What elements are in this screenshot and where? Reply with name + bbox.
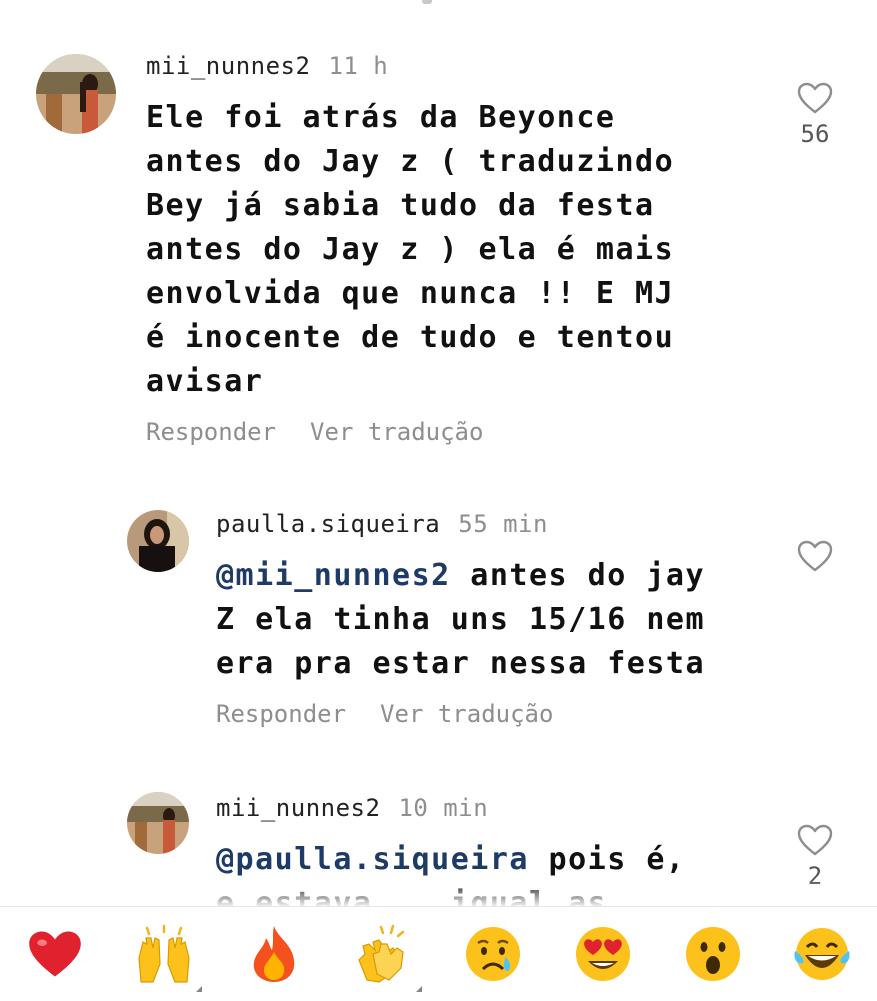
scroll-indicator — [422, 0, 432, 4]
comment-text: @mii_nunnes2 antes do jay Z ela tinha un… — [216, 554, 705, 686]
like-control[interactable]: 56 — [795, 82, 835, 148]
like-count: 56 — [800, 120, 830, 148]
reply-button[interactable]: Responder — [146, 418, 276, 446]
timestamp: 11 h — [328, 52, 389, 80]
fire-icon[interactable] — [234, 914, 314, 994]
scroll-fade — [0, 880, 877, 908]
heart-outline-icon[interactable] — [797, 824, 833, 856]
timestamp: 55 min — [458, 510, 548, 538]
tears-of-joy-icon[interactable] — [782, 914, 862, 994]
comment-meta: paulla.siqueira 55 min — [216, 510, 548, 538]
comment-meta: mii_nunnes2 10 min — [216, 794, 488, 822]
comment-text: Ele foi atrás da Beyonce antes do Jay z … — [146, 100, 675, 399]
like-control[interactable] — [795, 540, 835, 572]
clapping-hands-icon[interactable] — [344, 914, 424, 994]
username[interactable]: mii_nunnes2 — [146, 52, 310, 80]
timestamp: 10 min — [398, 794, 489, 822]
mention-link[interactable]: @mii_nunnes2 — [216, 558, 451, 593]
variant-indicator — [196, 986, 203, 992]
translate-button[interactable]: Ver tradução — [310, 418, 483, 446]
heart-outline-icon[interactable] — [797, 82, 833, 114]
variant-indicator — [415, 986, 422, 992]
raising-hands-icon[interactable] — [124, 914, 204, 994]
username[interactable]: mii_nunnes2 — [216, 794, 380, 822]
heart-eyes-icon[interactable] — [563, 914, 643, 994]
avatar[interactable] — [36, 54, 116, 134]
reply-button[interactable]: Responder — [216, 700, 346, 728]
crying-face-icon[interactable] — [453, 914, 533, 994]
comment-actions: Responder Ver tradução — [146, 418, 517, 446]
quick-reactions-bar — [0, 906, 877, 1001]
avatar[interactable] — [127, 510, 189, 572]
username[interactable]: paulla.siqueira — [216, 510, 440, 538]
comment-meta: mii_nunnes2 11 h — [146, 52, 388, 80]
red-heart-icon[interactable] — [15, 914, 95, 994]
comment-actions: Responder Ver tradução — [216, 700, 587, 728]
avatar[interactable] — [127, 792, 189, 854]
surprised-face-icon[interactable] — [673, 914, 753, 994]
mention-link[interactable]: @paulla.siqueira — [216, 842, 529, 877]
translate-button[interactable]: Ver tradução — [380, 700, 553, 728]
heart-outline-icon[interactable] — [797, 540, 833, 572]
